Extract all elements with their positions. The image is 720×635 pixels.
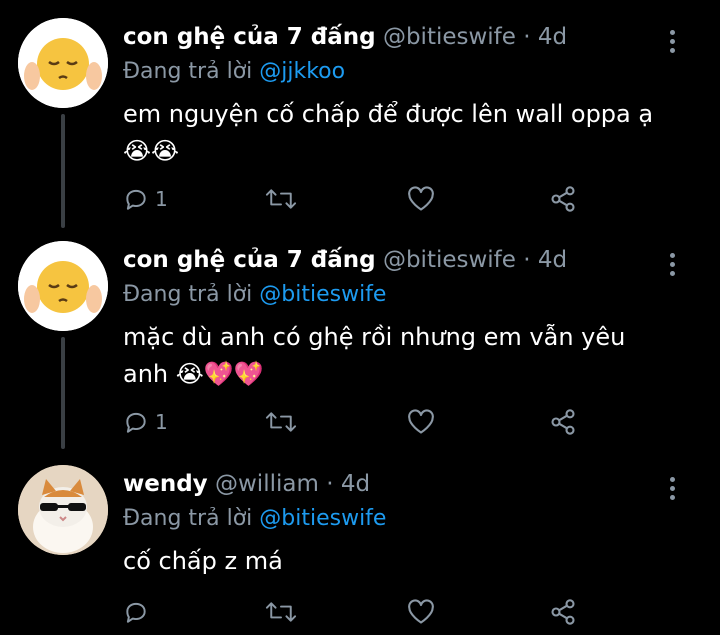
display-name[interactable]: con ghệ của 7 đấng <box>123 24 376 50</box>
retweet-icon <box>265 602 297 622</box>
reply-button[interactable]: 1 <box>123 179 168 219</box>
replying-to-label: Đang trả lời <box>123 282 253 307</box>
retweet-button[interactable] <box>264 592 298 632</box>
avatar[interactable] <box>18 241 108 331</box>
mention-link[interactable]: @bitieswife <box>259 282 386 307</box>
action-bar <box>0 592 720 632</box>
mention-link[interactable]: @jjkkoo <box>259 59 345 84</box>
reply-icon <box>126 602 146 623</box>
like-button[interactable] <box>407 592 435 632</box>
share-icon <box>551 599 575 625</box>
more-options-icon[interactable] <box>662 249 682 279</box>
tweet-text: cố chấp z má <box>123 547 283 575</box>
retweet-button[interactable] <box>264 179 298 219</box>
like-button[interactable] <box>407 402 435 442</box>
separator-dot: · <box>523 247 531 273</box>
tweet-header: wendy @william · 4d <box>123 469 370 499</box>
user-handle[interactable]: @bitieswife <box>383 247 516 273</box>
replying-to: Đang trả lời @bitieswife <box>123 280 386 310</box>
reply-count: 1 <box>155 187 168 211</box>
tweet-text: mặc dù anh có ghệ rồi nhưng em vẫn yêu a… <box>123 323 626 388</box>
timestamp[interactable]: 4d <box>538 24 567 50</box>
more-options-icon[interactable] <box>662 473 682 503</box>
reply-button[interactable]: 1 <box>123 402 168 442</box>
cat-sunglasses-icon <box>18 465 108 555</box>
share-button[interactable] <box>549 179 577 219</box>
heart-icon <box>408 599 434 624</box>
reply-button[interactable] <box>123 592 155 632</box>
avatar[interactable] <box>18 465 108 555</box>
tweet-header: con ghệ của 7 đấng @bitieswife · 4d <box>123 22 567 52</box>
display-name[interactable]: wendy <box>123 471 208 497</box>
replying-to: Đang trả lời @jjkkoo <box>123 57 345 87</box>
pleading-face-icon <box>18 18 108 108</box>
tweet-text: em nguyện cố chấp để được lên wall oppa … <box>123 100 654 165</box>
reply-icon <box>126 412 146 433</box>
replying-to-label: Đang trả lời <box>123 59 253 84</box>
heart-icon <box>408 409 434 434</box>
user-handle[interactable]: @bitieswife <box>383 24 516 50</box>
tweet-header: con ghệ của 7 đấng @bitieswife · 4d <box>123 245 567 275</box>
like-button[interactable] <box>407 179 435 219</box>
share-button[interactable] <box>549 592 577 632</box>
reply-icon <box>126 189 146 210</box>
retweet-icon <box>265 189 297 209</box>
separator-dot: · <box>523 24 531 50</box>
timestamp[interactable]: 4d <box>341 471 370 497</box>
share-button[interactable] <box>549 402 577 442</box>
share-icon <box>551 409 575 435</box>
timestamp[interactable]: 4d <box>538 247 567 273</box>
avatar[interactable] <box>18 18 108 108</box>
share-icon <box>551 186 575 212</box>
replying-to-label: Đang trả lời <box>123 506 253 531</box>
pleading-face-icon <box>18 241 108 331</box>
replying-to: Đang trả lời @bitieswife <box>123 504 386 534</box>
separator-dot: · <box>326 471 334 497</box>
mention-link[interactable]: @bitieswife <box>259 506 386 531</box>
more-options-icon[interactable] <box>662 26 682 56</box>
action-bar: 1 <box>0 402 720 442</box>
reply-count: 1 <box>155 410 168 434</box>
display-name[interactable]: con ghệ của 7 đấng <box>123 247 376 273</box>
action-bar: 1 <box>0 179 720 219</box>
user-handle[interactable]: @william <box>215 471 319 497</box>
retweet-icon <box>265 412 297 432</box>
retweet-button[interactable] <box>264 402 298 442</box>
heart-icon <box>408 186 434 211</box>
